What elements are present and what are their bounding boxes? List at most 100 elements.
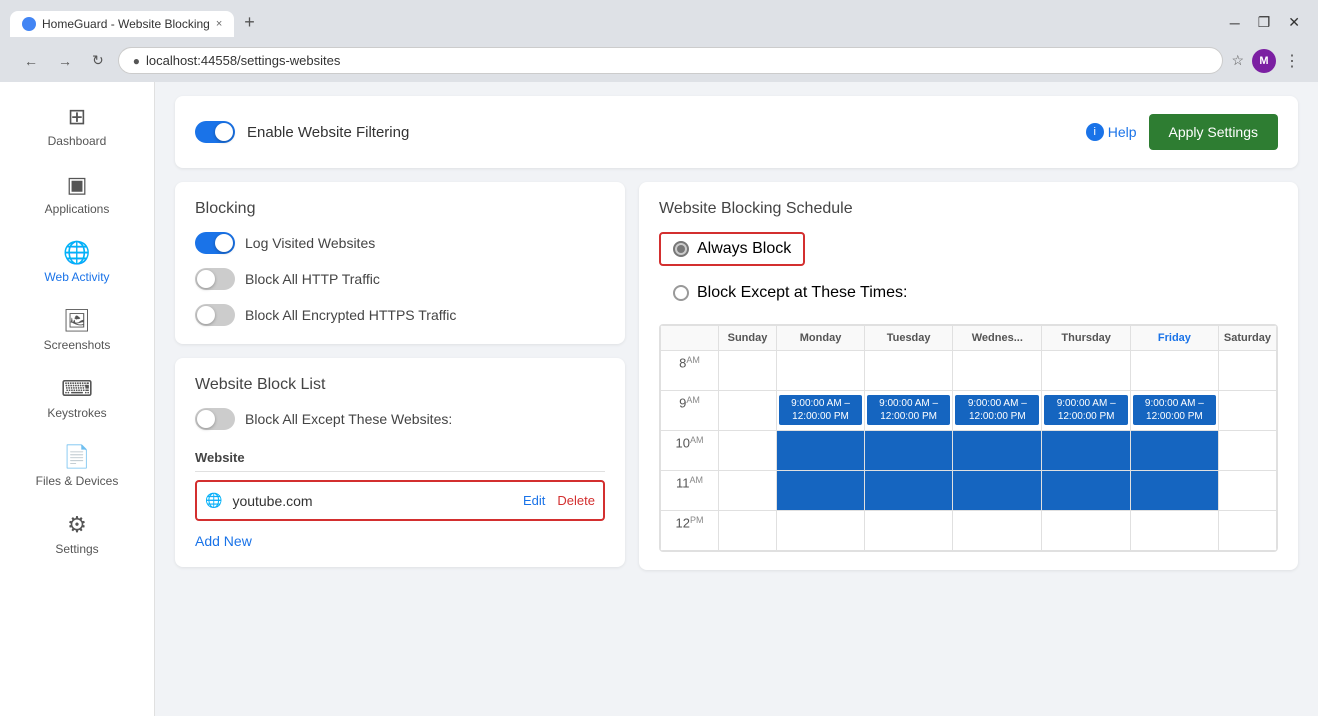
- always-block-option[interactable]: Always Block: [659, 232, 805, 266]
- website-actions: Edit Delete: [523, 493, 595, 508]
- sidebar-item-keystrokes[interactable]: ⌨ Keystrokes: [0, 366, 154, 430]
- thursday-header: Thursday: [1042, 326, 1130, 351]
- monday-header: Monday: [777, 326, 865, 351]
- event-thu-9am: 9:00:00 AM – 12:00:00 PM: [1044, 395, 1127, 425]
- schedule-card: Website Blocking Schedule Always Block: [639, 182, 1298, 570]
- block-http-knob: [197, 270, 215, 288]
- new-tab-btn[interactable]: +: [236, 8, 263, 37]
- maximize-btn[interactable]: ❐: [1250, 12, 1279, 33]
- log-visited-knob: [215, 234, 233, 252]
- time-10am: 10AM: [661, 431, 719, 471]
- block-https-toggle[interactable]: [195, 304, 235, 326]
- block-http-toggle[interactable]: [195, 268, 235, 290]
- applications-icon: ▣: [67, 172, 88, 198]
- edit-website-btn[interactable]: Edit: [523, 493, 545, 508]
- profile-avatar[interactable]: M: [1252, 49, 1276, 73]
- blocking-title: Blocking: [195, 200, 605, 218]
- lock-icon: ●: [133, 54, 140, 68]
- friday-header: Friday: [1130, 326, 1218, 351]
- two-col-layout: Blocking Log Visited Websites Block All …: [175, 182, 1298, 570]
- website-row-youtube: 🌐 youtube.com Edit Delete: [195, 480, 605, 521]
- add-new-btn[interactable]: Add New: [195, 533, 252, 549]
- block-all-except-toggle[interactable]: [195, 408, 235, 430]
- toggle-knob: [215, 123, 233, 141]
- sidebar-item-screenshots[interactable]: 🖼 Screenshots: [0, 298, 154, 362]
- time-row-10am: 10AM: [661, 431, 1277, 471]
- close-btn[interactable]: ✕: [1280, 12, 1308, 33]
- window-controls: ─ ❐ ✕: [1222, 12, 1308, 33]
- active-tab[interactable]: HomeGuard - Website Blocking ×: [10, 11, 234, 37]
- delete-website-btn[interactable]: Delete: [557, 493, 595, 508]
- time-row-12pm: 12PM: [661, 511, 1277, 551]
- mon-10am: [777, 431, 865, 471]
- enable-row: Enable Website Filtering: [195, 121, 409, 143]
- website-table: Website: [195, 444, 605, 472]
- block-except-radio: [673, 285, 689, 301]
- block-except-label: Block Except at These Times:: [697, 284, 907, 302]
- address-bar[interactable]: ● localhost:44558/settings-websites: [118, 47, 1224, 74]
- block-except-option[interactable]: Block Except at These Times:: [659, 276, 921, 310]
- apply-settings-btn[interactable]: Apply Settings: [1149, 114, 1279, 150]
- left-column: Blocking Log Visited Websites Block All …: [175, 182, 625, 570]
- back-btn[interactable]: ←: [18, 51, 44, 71]
- enable-filtering-toggle[interactable]: [195, 121, 235, 143]
- browser-menu-btn[interactable]: ⋮: [1284, 51, 1300, 71]
- enable-filtering-label: Enable Website Filtering: [247, 124, 409, 141]
- website-url: youtube.com: [232, 493, 523, 509]
- help-btn[interactable]: i Help: [1086, 123, 1137, 141]
- forward-btn[interactable]: →: [52, 51, 78, 71]
- saturday-header: Saturday: [1218, 326, 1276, 351]
- block-https-label: Block All Encrypted HTTPS Traffic: [245, 307, 456, 323]
- url-text: localhost:44558/settings-websites: [146, 53, 340, 68]
- sidebar-item-dashboard[interactable]: ⊞ Dashboard: [0, 94, 154, 158]
- block-https-row: Block All Encrypted HTTPS Traffic: [195, 304, 605, 326]
- wed-8am: [953, 351, 1042, 391]
- block-http-label: Block All HTTP Traffic: [245, 271, 380, 287]
- wed-10am: [953, 431, 1042, 471]
- always-block-label: Always Block: [697, 240, 791, 258]
- event-mon-9am: 9:00:00 AM – 12:00:00 PM: [779, 395, 862, 425]
- thu-9am: 9:00:00 AM – 12:00:00 PM: [1042, 391, 1130, 431]
- sidebar-item-web-activity[interactable]: 🌐 Web Activity: [0, 230, 154, 294]
- time-row-8am: 8AM: [661, 351, 1277, 391]
- main-content: Enable Website Filtering i Help Apply Se…: [155, 82, 1318, 716]
- sun-12pm: [719, 511, 777, 551]
- reload-btn[interactable]: ↻: [86, 50, 110, 71]
- tab-close-btn[interactable]: ×: [216, 18, 222, 30]
- schedule-title: Website Blocking Schedule: [659, 200, 1278, 218]
- titlebar: HomeGuard - Website Blocking × + ─ ❐ ✕: [10, 8, 1308, 37]
- thu-10am: [1042, 431, 1130, 471]
- right-column: Website Blocking Schedule Always Block: [639, 182, 1298, 570]
- sidebar-label-settings: Settings: [55, 542, 98, 556]
- sun-8am: [719, 351, 777, 391]
- sidebar-item-files-devices[interactable]: 📄 Files & Devices: [0, 434, 154, 498]
- schedule-radio-group: Always Block Block Except at These Times…: [659, 232, 1278, 310]
- log-visited-toggle[interactable]: [195, 232, 235, 254]
- web-activity-icon: 🌐: [63, 240, 90, 266]
- block-list-title: Website Block List: [195, 376, 605, 394]
- sidebar-item-applications[interactable]: ▣ Applications: [0, 162, 154, 226]
- screenshots-icon: 🖼: [63, 308, 91, 334]
- mon-8am: [777, 351, 865, 391]
- schedule-calendar[interactable]: Sunday Monday Tuesday Wednes... Thursday…: [659, 324, 1278, 552]
- wed-9am: 9:00:00 AM – 12:00:00 PM: [953, 391, 1042, 431]
- sidebar-item-settings[interactable]: ⚙ Settings: [0, 502, 154, 566]
- keystrokes-icon: ⌨: [61, 376, 93, 402]
- sat-11am: [1218, 471, 1276, 511]
- block-https-knob: [197, 306, 215, 324]
- time-12pm: 12PM: [661, 511, 719, 551]
- mon-12pm: [777, 511, 865, 551]
- browser-chrome: HomeGuard - Website Blocking × + ─ ❐ ✕ ←…: [0, 0, 1318, 82]
- event-tue-9am: 9:00:00 AM – 12:00:00 PM: [867, 395, 950, 425]
- tuesday-header: Tuesday: [865, 326, 953, 351]
- wed-12pm: [953, 511, 1042, 551]
- bookmark-icon[interactable]: ☆: [1231, 52, 1244, 69]
- tue-9am: 9:00:00 AM – 12:00:00 PM: [865, 391, 953, 431]
- always-block-radio: [673, 241, 689, 257]
- sidebar: ⊞ Dashboard ▣ Applications 🌐 Web Activit…: [0, 82, 155, 716]
- minimize-btn[interactable]: ─: [1222, 12, 1248, 33]
- help-label: Help: [1108, 124, 1137, 140]
- sunday-header: Sunday: [719, 326, 777, 351]
- website-globe-icon: 🌐: [205, 492, 222, 509]
- cal-table: Sunday Monday Tuesday Wednes... Thursday…: [660, 325, 1277, 551]
